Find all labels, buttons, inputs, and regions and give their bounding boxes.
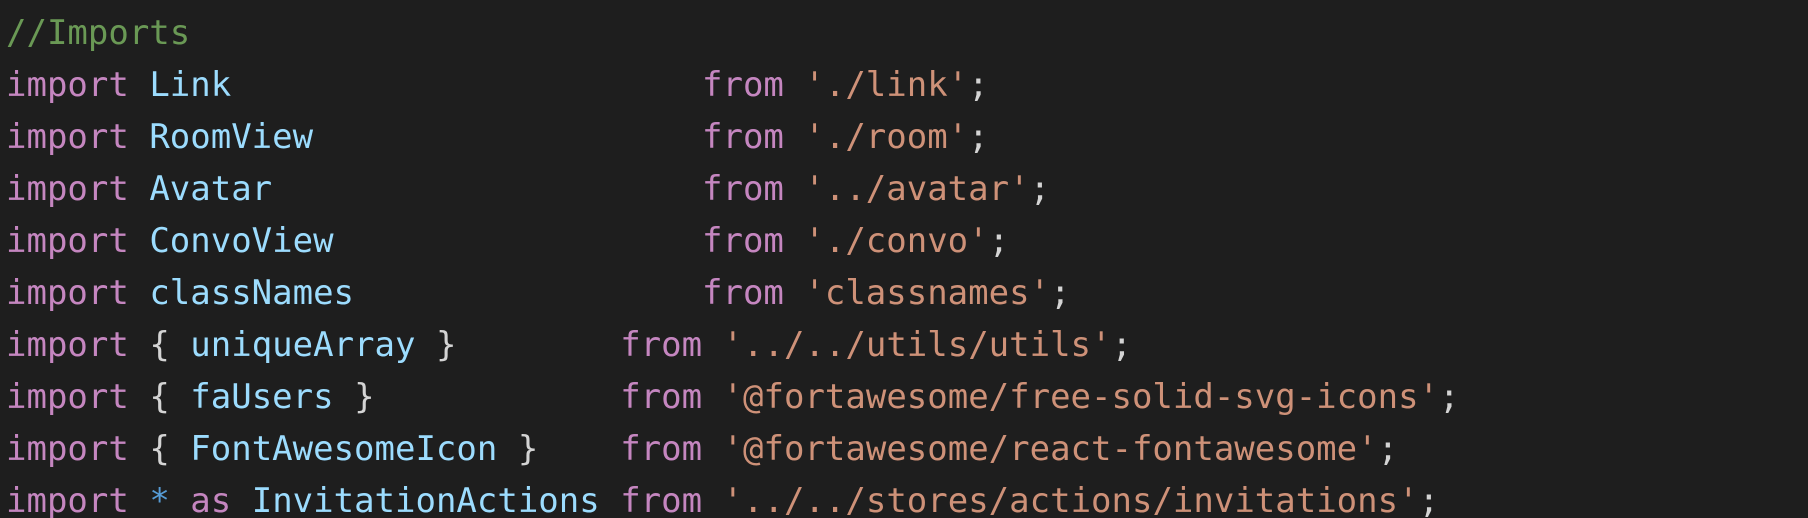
module-path-string: '@fortawesome/free-solid-svg-icons': [722, 377, 1440, 417]
module-path-string: '../../stores/actions/invitations': [722, 481, 1419, 518]
brace-close: }: [517, 429, 539, 469]
code-line-import-fontawesomeicon: import { FontAwesomeIcon } from '@fortaw…: [6, 423, 1808, 475]
module-path-string: '@fortawesome/react-fontawesome': [722, 429, 1378, 469]
module-path-string: './convo': [804, 221, 989, 261]
import-keyword: import: [6, 481, 129, 518]
import-keyword: import: [6, 325, 129, 365]
import-keyword: import: [6, 221, 129, 261]
semicolon: ;: [1418, 481, 1440, 518]
brace-open: {: [149, 325, 170, 365]
module-path-string: '../../utils/utils': [722, 325, 1112, 365]
comment-text: //Imports: [6, 13, 191, 53]
from-keyword: from: [702, 273, 784, 313]
module-path-string: '../avatar': [804, 169, 1030, 209]
import-identifier: uniqueArray: [190, 325, 416, 365]
brace-open: {: [149, 429, 170, 469]
code-line-comment: //Imports: [6, 7, 1808, 59]
from-keyword: from: [702, 221, 784, 261]
code-line-import-fausers: import { faUsers } from '@fortawesome/fr…: [6, 371, 1808, 423]
namespace-star: *: [149, 481, 170, 518]
code-line-import-uniquearray: import { uniqueArray } from '../../utils…: [6, 319, 1808, 371]
from-keyword: from: [620, 377, 703, 417]
import-keyword: import: [6, 273, 129, 313]
import-identifier: ConvoView: [149, 221, 334, 261]
import-identifier: RoomView: [149, 117, 314, 157]
import-keyword: import: [6, 377, 129, 417]
semicolon: ;: [1111, 325, 1132, 365]
semicolon: ;: [968, 117, 989, 157]
from-keyword: from: [702, 117, 784, 157]
brace-close: }: [354, 377, 375, 417]
semicolon: ;: [1029, 169, 1051, 209]
import-keyword: import: [6, 65, 129, 105]
brace-close: }: [435, 325, 457, 365]
semicolon: ;: [988, 221, 1010, 261]
import-identifier: InvitationActions: [251, 481, 600, 518]
import-keyword: import: [6, 429, 129, 469]
semicolon: ;: [1439, 377, 1460, 417]
import-identifier: FontAwesomeIcon: [190, 429, 498, 469]
from-keyword: from: [702, 169, 784, 209]
semicolon: ;: [1050, 273, 1071, 313]
as-keyword: as: [190, 481, 232, 518]
semicolon: ;: [968, 65, 989, 105]
code-editor[interactable]: //Imports import Link from './link'; imp…: [0, 0, 1808, 518]
module-path-string: './link': [804, 65, 969, 105]
code-line-import-convoview: import ConvoView from './convo';: [6, 215, 1808, 267]
import-identifier: Avatar: [149, 169, 273, 209]
from-keyword: from: [620, 429, 703, 469]
from-keyword: from: [620, 481, 703, 518]
code-line-import-classnames: import classNames from 'classnames';: [6, 267, 1808, 319]
code-line-import-avatar: import Avatar from '../avatar';: [6, 163, 1808, 215]
import-keyword: import: [6, 169, 129, 209]
semicolon: ;: [1377, 429, 1399, 469]
code-line-import-roomview: import RoomView from './room';: [6, 111, 1808, 163]
brace-open: {: [149, 377, 170, 417]
import-identifier: classNames: [149, 273, 355, 313]
import-identifier: Link: [149, 65, 232, 105]
code-line-import-link: import Link from './link';: [6, 59, 1808, 111]
code-line-import-invitationactions: import * as InvitationActions from '../.…: [6, 475, 1808, 518]
module-path-string: 'classnames': [804, 273, 1051, 313]
from-keyword: from: [702, 65, 784, 105]
from-keyword: from: [620, 325, 703, 365]
import-keyword: import: [6, 117, 129, 157]
module-path-string: './room': [804, 117, 969, 157]
import-identifier: faUsers: [190, 377, 334, 417]
